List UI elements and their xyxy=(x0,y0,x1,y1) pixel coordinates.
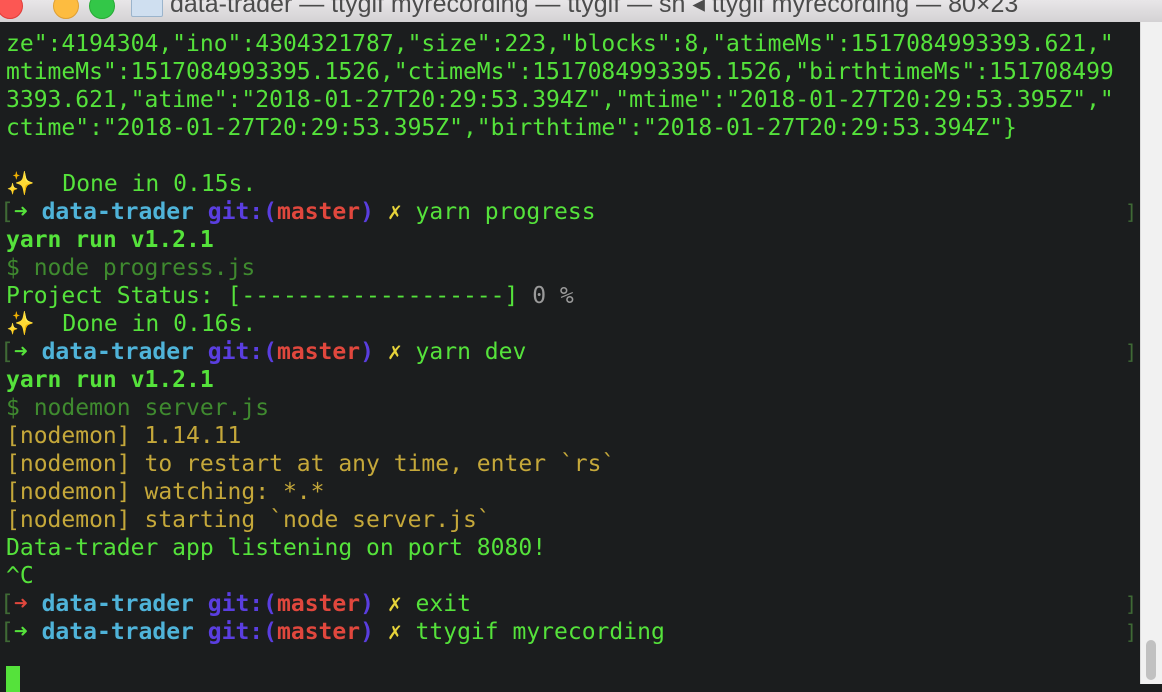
folder-icon xyxy=(131,0,163,17)
output-line: $ nodemon server.js xyxy=(6,395,270,421)
command-text: yarn dev xyxy=(415,339,527,365)
title-bar[interactable]: data-trader — ttygif myrecording — ttygi… xyxy=(0,0,1162,23)
minimize-button[interactable] xyxy=(53,0,79,19)
output-line: ctime":"2018-01-27T20:29:53.395Z","birth… xyxy=(6,115,1017,141)
output-line: ze":4194304,"ino":4304321787,"size":223,… xyxy=(6,31,1114,57)
prompt-line: [➜ data-trader git:(master) ✗ ttygif myr… xyxy=(0,619,665,645)
sparkle-icon: ✨ xyxy=(6,311,35,337)
text-cursor[interactable] xyxy=(6,666,20,692)
done-line: ✨ Done in 0.16s. xyxy=(6,311,257,337)
output-line: [nodemon] watching: *.* xyxy=(6,479,325,505)
prompt-line: [➜ data-trader git:(master) ✗ yarn progr… xyxy=(0,199,596,225)
prompt-line: [➜ data-trader git:(master) ✗ exit xyxy=(0,591,471,617)
line-bracket: ] xyxy=(1125,200,1138,224)
done-line: ✨ Done in 0.15s. xyxy=(6,171,257,197)
line-bracket: ] xyxy=(1125,592,1138,616)
arrow-icon: ➜ xyxy=(13,619,28,645)
arrow-icon: ➜ xyxy=(13,591,28,617)
output-line: [nodemon] starting `node server.js` xyxy=(6,507,491,533)
zoom-button[interactable] xyxy=(89,0,115,19)
output-line: [nodemon] 1.14.11 xyxy=(6,423,242,449)
output-line: Data-trader app listening on port 8080! xyxy=(6,535,547,561)
close-button[interactable] xyxy=(0,0,23,19)
dirty-icon: ✗ xyxy=(387,199,402,225)
output-line: yarn run v1.2.1 xyxy=(6,227,214,253)
output-line: yarn run v1.2.1 xyxy=(6,367,214,393)
dirty-icon: ✗ xyxy=(387,619,402,645)
terminal-window: data-trader — ttygif myrecording — ttygi… xyxy=(0,0,1162,692)
arrow-icon: ➜ xyxy=(13,199,28,225)
dirty-icon: ✗ xyxy=(387,339,402,365)
output-line: $ node progress.js xyxy=(6,255,256,281)
status-line: Project Status: [-------------------] 0 … xyxy=(6,283,574,309)
arrow-icon: ➜ xyxy=(13,339,28,365)
line-bracket: ] xyxy=(1125,340,1138,364)
output-line: mtimeMs":1517084993395.1526,"ctimeMs":15… xyxy=(6,59,1114,85)
line-bracket: ] xyxy=(1125,620,1138,644)
prompt-line: [➜ data-trader git:(master) ✗ yarn dev xyxy=(0,339,527,365)
output-line: [nodemon] to restart at any time, enter … xyxy=(6,451,616,477)
scrollbar[interactable] xyxy=(1140,22,1162,684)
sparkle-icon: ✨ xyxy=(6,171,35,197)
window-title: data-trader — ttygif myrecording — ttygi… xyxy=(170,0,1019,18)
terminal-output[interactable]: ze":4194304,"ino":4304321787,"size":223,… xyxy=(0,22,1140,692)
dirty-icon: ✗ xyxy=(387,591,402,617)
output-line: 3393.621,"atime":"2018-01-27T20:29:53.39… xyxy=(6,87,1114,113)
command-text: yarn progress xyxy=(415,199,596,225)
command-text: ttygif myrecording xyxy=(415,619,665,645)
command-text: exit xyxy=(415,591,471,617)
output-line: ^C xyxy=(6,563,34,589)
scrollbar-thumb[interactable] xyxy=(1146,640,1156,680)
